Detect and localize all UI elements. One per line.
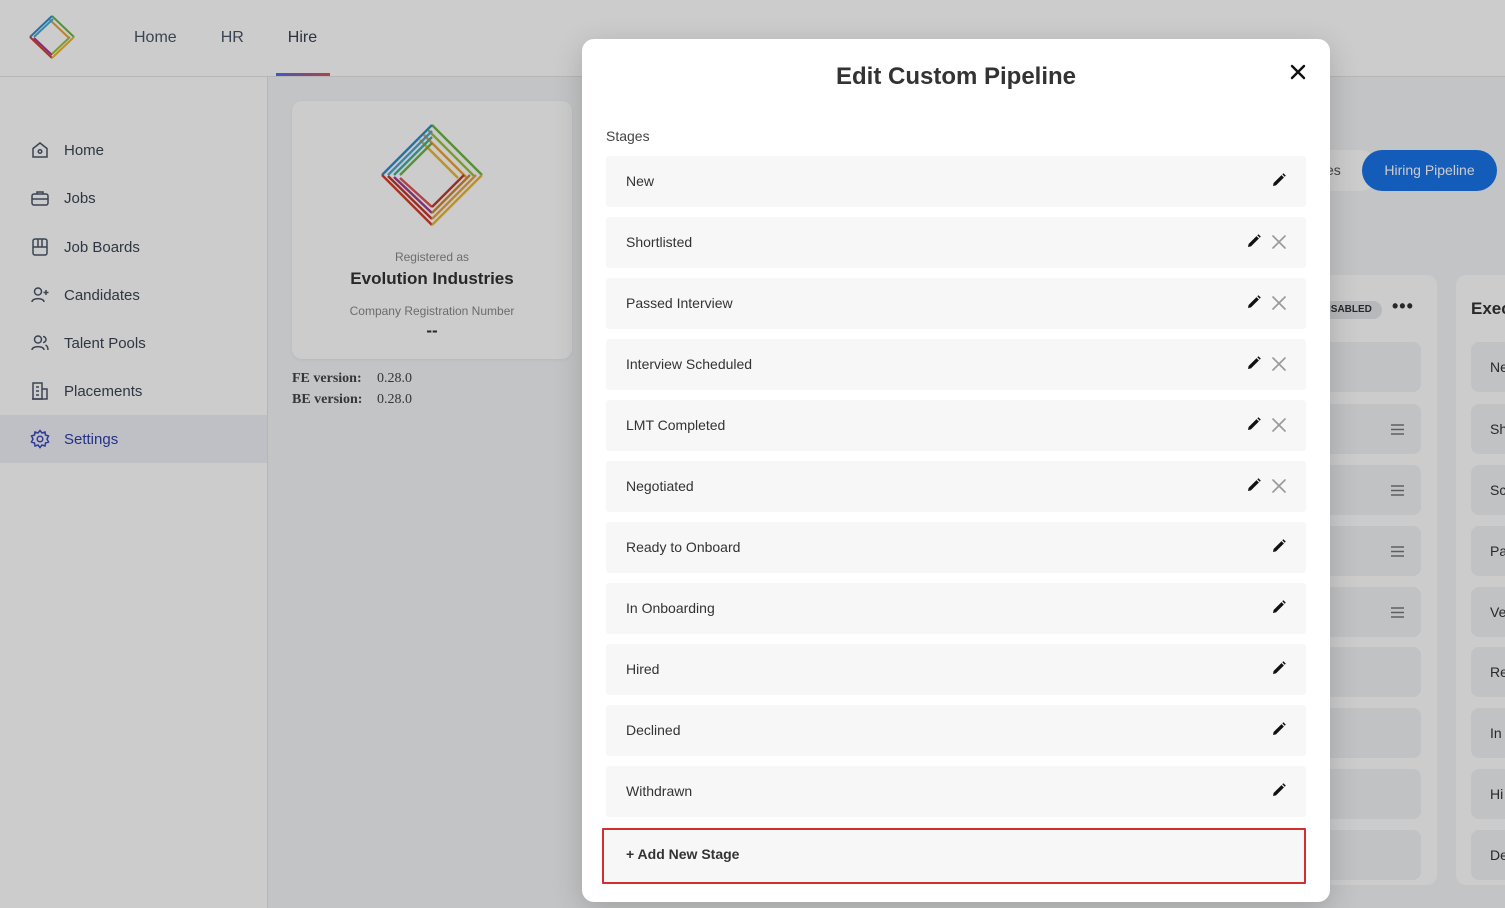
stage-row-new: New	[606, 156, 1306, 207]
stage-name: In Onboarding	[626, 600, 715, 616]
stage-row-shortlisted: Shortlisted	[606, 217, 1306, 268]
remove-icon[interactable]	[1272, 418, 1286, 432]
edit-icon[interactable]	[1272, 783, 1286, 797]
stage-row-passed-interview: Passed Interview	[606, 278, 1306, 329]
stage-row-interview-scheduled: Interview Scheduled	[606, 339, 1306, 390]
edit-icon[interactable]	[1272, 539, 1286, 553]
close-icon[interactable]	[1288, 62, 1308, 82]
stage-name: Shortlisted	[626, 234, 693, 250]
stage-row-ready-to-onboard: Ready to Onboard	[606, 522, 1306, 573]
stage-row-lmt-completed: LMT Completed	[606, 400, 1306, 451]
remove-icon[interactable]	[1272, 479, 1286, 493]
edit-icon[interactable]	[1272, 173, 1286, 187]
edit-icon[interactable]	[1247, 478, 1261, 492]
remove-icon[interactable]	[1272, 235, 1286, 249]
stage-name: Declined	[626, 722, 681, 738]
edit-icon[interactable]	[1272, 661, 1286, 675]
stage-name: Negotiated	[626, 478, 694, 494]
stage-row-withdrawn: Withdrawn	[606, 766, 1306, 817]
remove-icon[interactable]	[1272, 357, 1286, 371]
stage-row-hired: Hired	[606, 644, 1306, 695]
stage-row-in-onboarding: In Onboarding	[606, 583, 1306, 634]
edit-icon[interactable]	[1247, 356, 1261, 370]
stage-name: Interview Scheduled	[626, 356, 753, 372]
stage-name: New	[626, 173, 655, 189]
stage-row-declined: Declined	[606, 705, 1306, 756]
edit-icon[interactable]	[1247, 417, 1261, 431]
stage-name: LMT Completed	[626, 417, 726, 433]
remove-icon[interactable]	[1272, 296, 1286, 310]
edit-icon[interactable]	[1247, 295, 1261, 309]
stage-name: Ready to Onboard	[626, 539, 741, 555]
edit-icon[interactable]	[1247, 234, 1261, 248]
stage-name: Passed Interview	[626, 295, 733, 311]
stage-name: Withdrawn	[626, 783, 693, 799]
stage-row-negotiated: Negotiated	[606, 461, 1306, 512]
modal-title: Edit Custom Pipeline	[835, 63, 1077, 90]
edit-pipeline-modal: Edit Custom Pipeline Stages New Shortlist…	[582, 39, 1330, 902]
stage-name: Hired	[626, 661, 660, 677]
add-new-stage-label: + Add New Stage	[626, 846, 740, 862]
add-new-stage-button[interactable]: + Add New Stage	[602, 828, 1306, 884]
edit-icon[interactable]	[1272, 722, 1286, 736]
edit-icon[interactable]	[1272, 600, 1286, 614]
stages-label: Stages	[606, 128, 650, 144]
